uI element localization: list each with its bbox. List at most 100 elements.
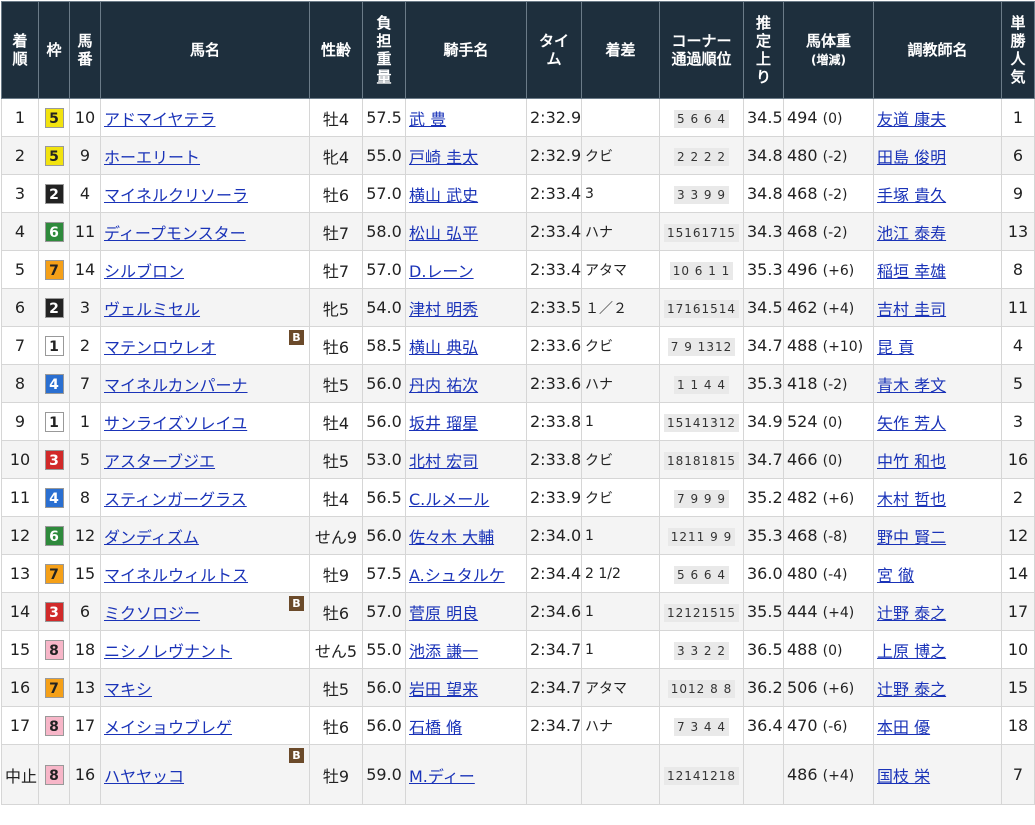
- weight-cell: 56.0: [362, 402, 406, 441]
- bodyweight-value: 480: [787, 564, 818, 583]
- jockey-name-link[interactable]: 戸崎 圭太: [409, 148, 478, 167]
- horse-name-link[interactable]: アドマイヤテラ: [104, 110, 216, 129]
- trainer-name-link[interactable]: 昆 貢: [877, 338, 914, 357]
- jockey-name-link[interactable]: 丹内 祐次: [409, 376, 478, 395]
- waku-cell: 7: [38, 554, 70, 593]
- horse-name-link[interactable]: マテンロウレオ: [104, 338, 216, 357]
- waku-badge: 7: [44, 677, 64, 698]
- bodyweight-change: (+6): [822, 263, 855, 279]
- bodyweight-change: (0): [822, 453, 843, 469]
- jockey-cell: 北村 宏司: [405, 440, 527, 479]
- trainer-name-link[interactable]: 本田 優: [877, 718, 930, 737]
- trainer-name-link[interactable]: 手塚 貴久: [877, 186, 946, 205]
- sexage-cell: 牡5: [309, 668, 363, 707]
- trainer-name-link[interactable]: 辻野 泰之: [877, 604, 946, 623]
- horse-name-link[interactable]: ハヤヤッコ: [104, 767, 184, 786]
- popularity-cell: 18: [1001, 706, 1035, 745]
- horse-name-link[interactable]: マイネルウィルトス: [104, 566, 248, 585]
- trainer-name-link[interactable]: 木村 哲也: [877, 490, 946, 509]
- trainer-name-link[interactable]: 国枝 栄: [877, 767, 930, 786]
- trainer-name-link[interactable]: 矢作 芳人: [877, 414, 946, 433]
- jockey-name-link[interactable]: A.シュタルケ: [409, 566, 505, 585]
- jockey-name-link[interactable]: M.ディー: [409, 767, 475, 786]
- jockey-name-link[interactable]: 坂井 瑠星: [409, 414, 478, 433]
- horse-name-link[interactable]: ミクソロジー: [104, 604, 200, 623]
- header-horse: 馬名: [100, 1, 310, 99]
- trainer-name-link[interactable]: 青木 孝文: [877, 376, 946, 395]
- margin-cell: クビ: [581, 440, 660, 479]
- trainer-name-link[interactable]: 稲垣 幸雄: [877, 262, 946, 281]
- margin-cell: クビ: [581, 326, 660, 365]
- trainer-cell: 友道 康夫: [873, 98, 1002, 137]
- popularity-cell: 5: [1001, 364, 1035, 403]
- table-row: 15 8 18 ニシノレヴナント せん5 55.0 池添 謙一 2:34.7 1 3 3 2 2 3…: [1, 630, 1035, 669]
- horse-name-link[interactable]: サンライズソレイユ: [104, 414, 247, 433]
- jockey-name-link[interactable]: C.ルメール: [409, 490, 489, 509]
- corner-cell: 3 3 2 2: [659, 630, 744, 669]
- jockey-name-link[interactable]: 池添 謙一: [409, 642, 478, 661]
- corner-positions: 3 3 2 2: [674, 641, 729, 660]
- trainer-name-link[interactable]: 上原 博之: [877, 642, 946, 661]
- jockey-name-link[interactable]: 武 豊: [409, 110, 446, 129]
- jockey-name-link[interactable]: 石橋 脩: [409, 718, 462, 737]
- bodyweight-change: (+4): [822, 301, 855, 317]
- jockey-cell: 横山 武史: [405, 174, 527, 213]
- horse-name-link[interactable]: ヴェルミセル: [104, 300, 200, 319]
- trainer-name-link[interactable]: 辻野 泰之: [877, 680, 946, 699]
- jockey-name-link[interactable]: D.レーン: [409, 262, 474, 281]
- last3f-cell: 36.2: [743, 668, 784, 707]
- horse-name-link[interactable]: マイネルカンパーナ: [104, 376, 248, 395]
- horse-name-link[interactable]: マキシ: [104, 680, 152, 699]
- waku-badge: 8: [44, 715, 64, 736]
- jockey-name-link[interactable]: 津村 明秀: [409, 300, 478, 319]
- horse-cell: スティンガーグラス: [100, 478, 310, 517]
- waku-cell: 1: [38, 402, 70, 441]
- horse-name-link[interactable]: ニシノレヴナント: [104, 642, 232, 661]
- umaban-cell: 8: [69, 478, 101, 517]
- trainer-cell: 昆 貢: [873, 326, 1002, 365]
- trainer-name-link[interactable]: 田島 俊明: [877, 148, 946, 167]
- table-row: 6 2 3 ヴェルミセル 牝5 54.0 津村 明秀 2:33.5 １／２ 17161514 34.…: [1, 288, 1035, 327]
- weight-cell: 56.0: [362, 706, 406, 745]
- trainer-cell: 宮 徹: [873, 554, 1002, 593]
- umaban-cell: 6: [69, 592, 101, 631]
- rank-value: 11: [9, 488, 31, 507]
- horse-cell: ホーエリート: [100, 136, 310, 175]
- bodyweight-value: 496: [787, 260, 818, 279]
- header-rank: 着順: [1, 1, 39, 99]
- corner-cell: 1211 9 9: [659, 516, 744, 555]
- bodyweight-cell: 466 (0): [783, 440, 874, 479]
- corner-positions: 12121515: [663, 603, 740, 622]
- bodyweight-value: 444: [787, 602, 818, 621]
- trainer-name-link[interactable]: 友道 康夫: [877, 110, 946, 129]
- jockey-name-link[interactable]: 佐々木 大輔: [409, 528, 494, 547]
- horse-name-link[interactable]: アスターブジエ: [104, 452, 215, 471]
- trainer-cell: 青木 孝文: [873, 364, 1002, 403]
- horse-name-link[interactable]: ダンディズム: [104, 528, 199, 547]
- umaban-cell: 11: [69, 212, 101, 251]
- trainer-name-link[interactable]: 野中 賢二: [877, 528, 946, 547]
- trainer-name-link[interactable]: 中竹 和也: [877, 452, 946, 471]
- header-umaban: 馬番: [69, 1, 101, 99]
- horse-cell: ディープモンスター: [100, 212, 310, 251]
- trainer-name-link[interactable]: 宮 徹: [877, 566, 914, 585]
- jockey-name-link[interactable]: 横山 典弘: [409, 338, 478, 357]
- horse-name-link[interactable]: マイネルクリソーラ: [104, 186, 248, 205]
- trainer-name-link[interactable]: 吉村 圭司: [877, 300, 946, 319]
- horse-name-link[interactable]: ホーエリート: [104, 148, 200, 167]
- weight-cell: 55.0: [362, 630, 406, 669]
- jockey-name-link[interactable]: 松山 弘平: [409, 224, 478, 243]
- jockey-name-link[interactable]: 岩田 望来: [409, 680, 478, 699]
- time-cell: 2:34.7: [526, 668, 582, 707]
- horse-name-link[interactable]: スティンガーグラス: [104, 490, 247, 509]
- bodyweight-change: (-6): [822, 719, 848, 735]
- blinker-icon: B: [289, 748, 304, 763]
- horse-name-link[interactable]: シルブロン: [104, 262, 184, 281]
- jockey-name-link[interactable]: 横山 武史: [409, 186, 478, 205]
- jockey-name-link[interactable]: 北村 宏司: [409, 452, 478, 471]
- umaban-cell: 3: [69, 288, 101, 327]
- jockey-name-link[interactable]: 菅原 明良: [409, 604, 478, 623]
- horse-name-link[interactable]: メイショウブレゲ: [104, 718, 232, 737]
- horse-name-link[interactable]: ディープモンスター: [104, 224, 246, 243]
- trainer-name-link[interactable]: 池江 泰寿: [877, 224, 946, 243]
